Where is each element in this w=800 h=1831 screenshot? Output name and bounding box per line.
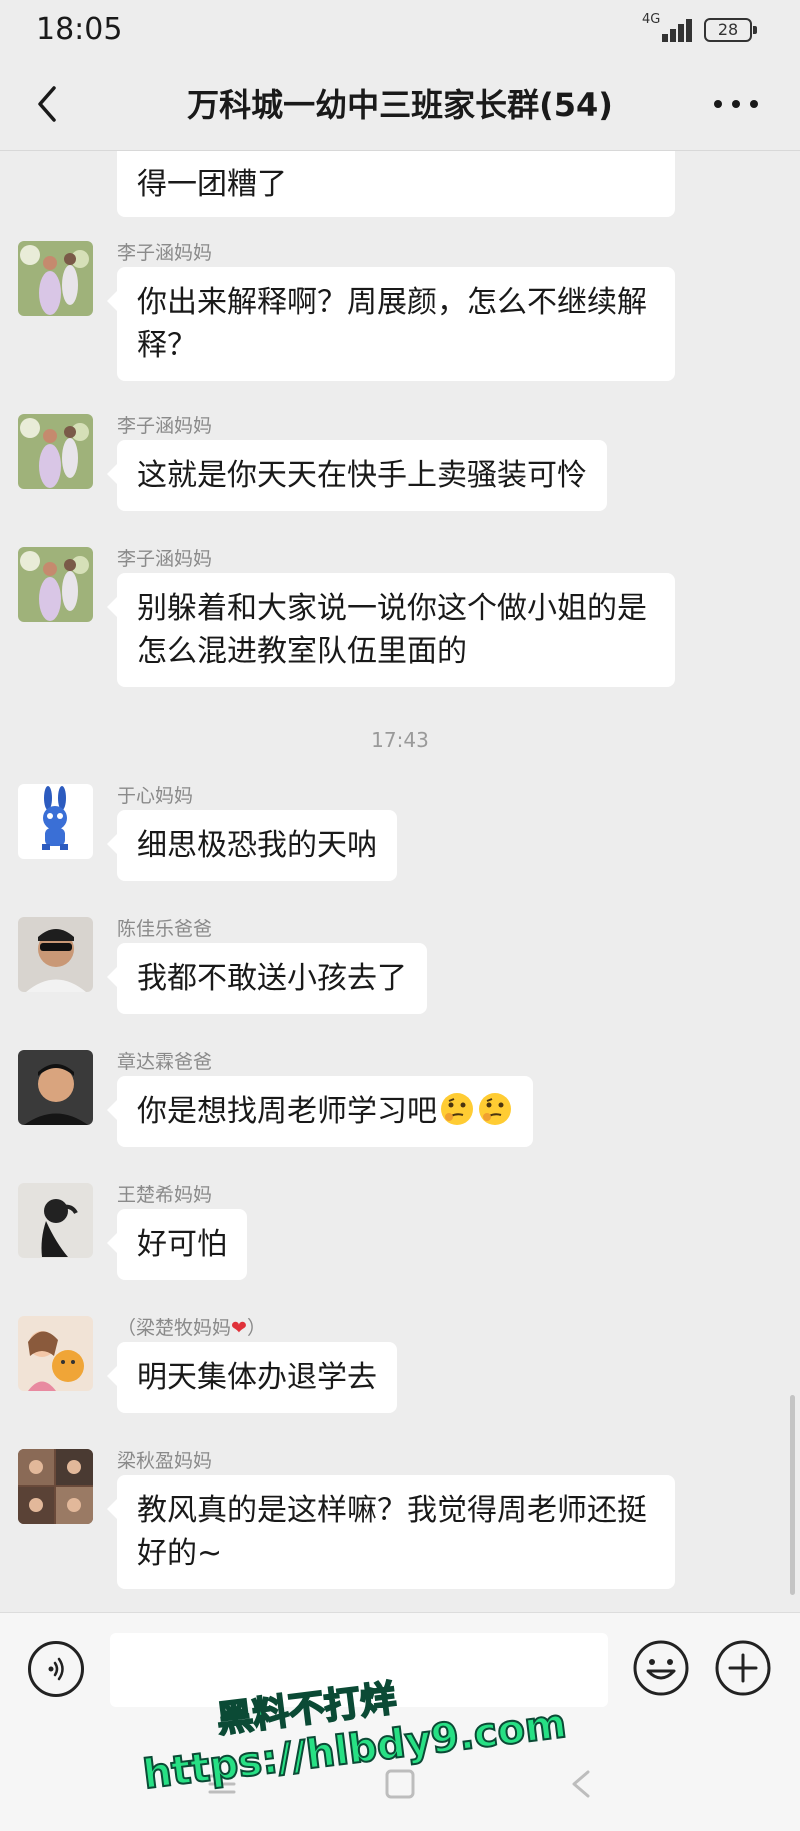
status-bar: 18:05 4G 28 xyxy=(0,0,800,58)
chat-area[interactable]: 得一团糟了 李子涵妈妈 你出来解释啊？周展颜，怎么不继续解释？ 李子涵妈妈 这就… xyxy=(0,151,800,1611)
avatar[interactable] xyxy=(18,784,93,859)
sender-name: 李子涵妈妈 xyxy=(117,242,213,264)
chat-header: 万科城一幼中三班家长群(54) xyxy=(0,58,800,150)
more-horizontal-icon xyxy=(714,100,758,108)
sender-name-suffix: ） xyxy=(246,1317,266,1339)
message-bubble[interactable]: 别躲着和大家说一说你这个做小姐的是怎么混进教室队伍里面的 xyxy=(107,573,675,687)
message-text: 你是想找周老师学习吧 xyxy=(137,1094,437,1129)
battery-icon: 28 xyxy=(704,18,757,42)
message-bubble[interactable]: 教风真的是这样嘛？我觉得周老师还挺好的~ xyxy=(107,1475,675,1589)
message-bubble[interactable]: 我都不敢送小孩去了 xyxy=(107,943,427,1014)
menu-icon xyxy=(208,1774,236,1794)
nav-home-button[interactable] xyxy=(378,1762,422,1806)
system-nav-bar xyxy=(0,1736,800,1831)
nav-back-button[interactable] xyxy=(560,1762,604,1806)
chevron-left-icon xyxy=(38,86,56,122)
sender-name: 陈佳乐爸爸 xyxy=(117,918,213,940)
sender-name: 章达霖爸爸 xyxy=(117,1051,213,1073)
message-text: 得一团糟了 xyxy=(137,167,287,202)
message-text: 你出来解释啊？周展颜，怎么不继续解释？ xyxy=(137,285,647,363)
plus-button[interactable] xyxy=(714,1639,772,1697)
back-button[interactable] xyxy=(28,80,68,128)
message-input[interactable] xyxy=(110,1633,608,1707)
sender-name: 李子涵妈妈 xyxy=(117,548,213,570)
more-button[interactable] xyxy=(708,92,764,116)
message-timestamp: 17:43 xyxy=(371,728,429,752)
thinking-face-icon xyxy=(441,1093,473,1125)
back-triangle-icon xyxy=(572,1770,590,1798)
message-bubble[interactable]: 这就是你天天在快手上卖骚装可怜 xyxy=(107,440,607,511)
avatar[interactable] xyxy=(18,1183,93,1258)
chat-title: 万科城一幼中三班家长群(54) xyxy=(187,86,613,124)
input-bar xyxy=(0,1612,800,1736)
avatar[interactable] xyxy=(18,1050,93,1125)
avatar[interactable] xyxy=(18,1316,93,1391)
sender-name: 李子涵妈妈 xyxy=(117,415,213,437)
message-bubble[interactable]: 得一团糟了 xyxy=(117,151,675,217)
network-type: 4G xyxy=(642,12,661,27)
message-text: 别躲着和大家说一说你这个做小姐的是怎么混进教室队伍里面的 xyxy=(137,591,647,669)
sender-name: 王楚希妈妈 xyxy=(117,1184,213,1206)
signal-icon: 4G xyxy=(640,12,694,42)
sender-name-text: （梁楚牧妈妈 xyxy=(117,1317,232,1339)
avatar[interactable] xyxy=(18,1449,93,1524)
message-text: 我都不敢送小孩去了 xyxy=(137,961,407,996)
message-text: 好可怕 xyxy=(137,1227,227,1262)
message-text: 明天集体办退学去 xyxy=(137,1360,377,1395)
emoji-button[interactable] xyxy=(632,1639,690,1697)
voice-button[interactable] xyxy=(28,1641,84,1697)
heart-icon: ❤ xyxy=(231,1317,247,1339)
status-time: 18:05 xyxy=(36,12,123,47)
message-bubble[interactable]: 细思极恐我的天呐 xyxy=(107,810,397,881)
chat-scrollbar[interactable] xyxy=(790,1395,795,1595)
sender-name: （梁楚牧妈妈❤） xyxy=(117,1313,266,1340)
voice-icon xyxy=(48,1657,64,1681)
plus-circle-icon xyxy=(715,1640,771,1696)
avatar[interactable] xyxy=(18,414,93,489)
smiley-icon xyxy=(633,1640,689,1696)
nav-menu-button[interactable] xyxy=(200,1762,244,1806)
avatar[interactable] xyxy=(18,547,93,622)
message-bubble[interactable]: 你是想找周老师学习吧 xyxy=(107,1076,533,1147)
sender-name: 于心妈妈 xyxy=(117,785,194,807)
message-text: 细思极恐我的天呐 xyxy=(137,828,377,863)
message-bubble[interactable]: 好可怕 xyxy=(107,1209,247,1280)
avatar[interactable] xyxy=(18,241,93,316)
message-text: 这就是你天天在快手上卖骚装可怜 xyxy=(137,458,587,493)
avatar[interactable] xyxy=(18,917,93,992)
message-text: 教风真的是这样嘛？我觉得周老师还挺好的~ xyxy=(137,1493,647,1571)
sender-name: 梁秋盈妈妈 xyxy=(117,1450,213,1472)
message-bubble[interactable]: 你出来解释啊？周展颜，怎么不继续解释？ xyxy=(107,267,675,381)
message-bubble[interactable]: 明天集体办退学去 xyxy=(107,1342,397,1413)
thinking-face-icon xyxy=(479,1093,511,1125)
home-square-icon xyxy=(385,1769,415,1799)
